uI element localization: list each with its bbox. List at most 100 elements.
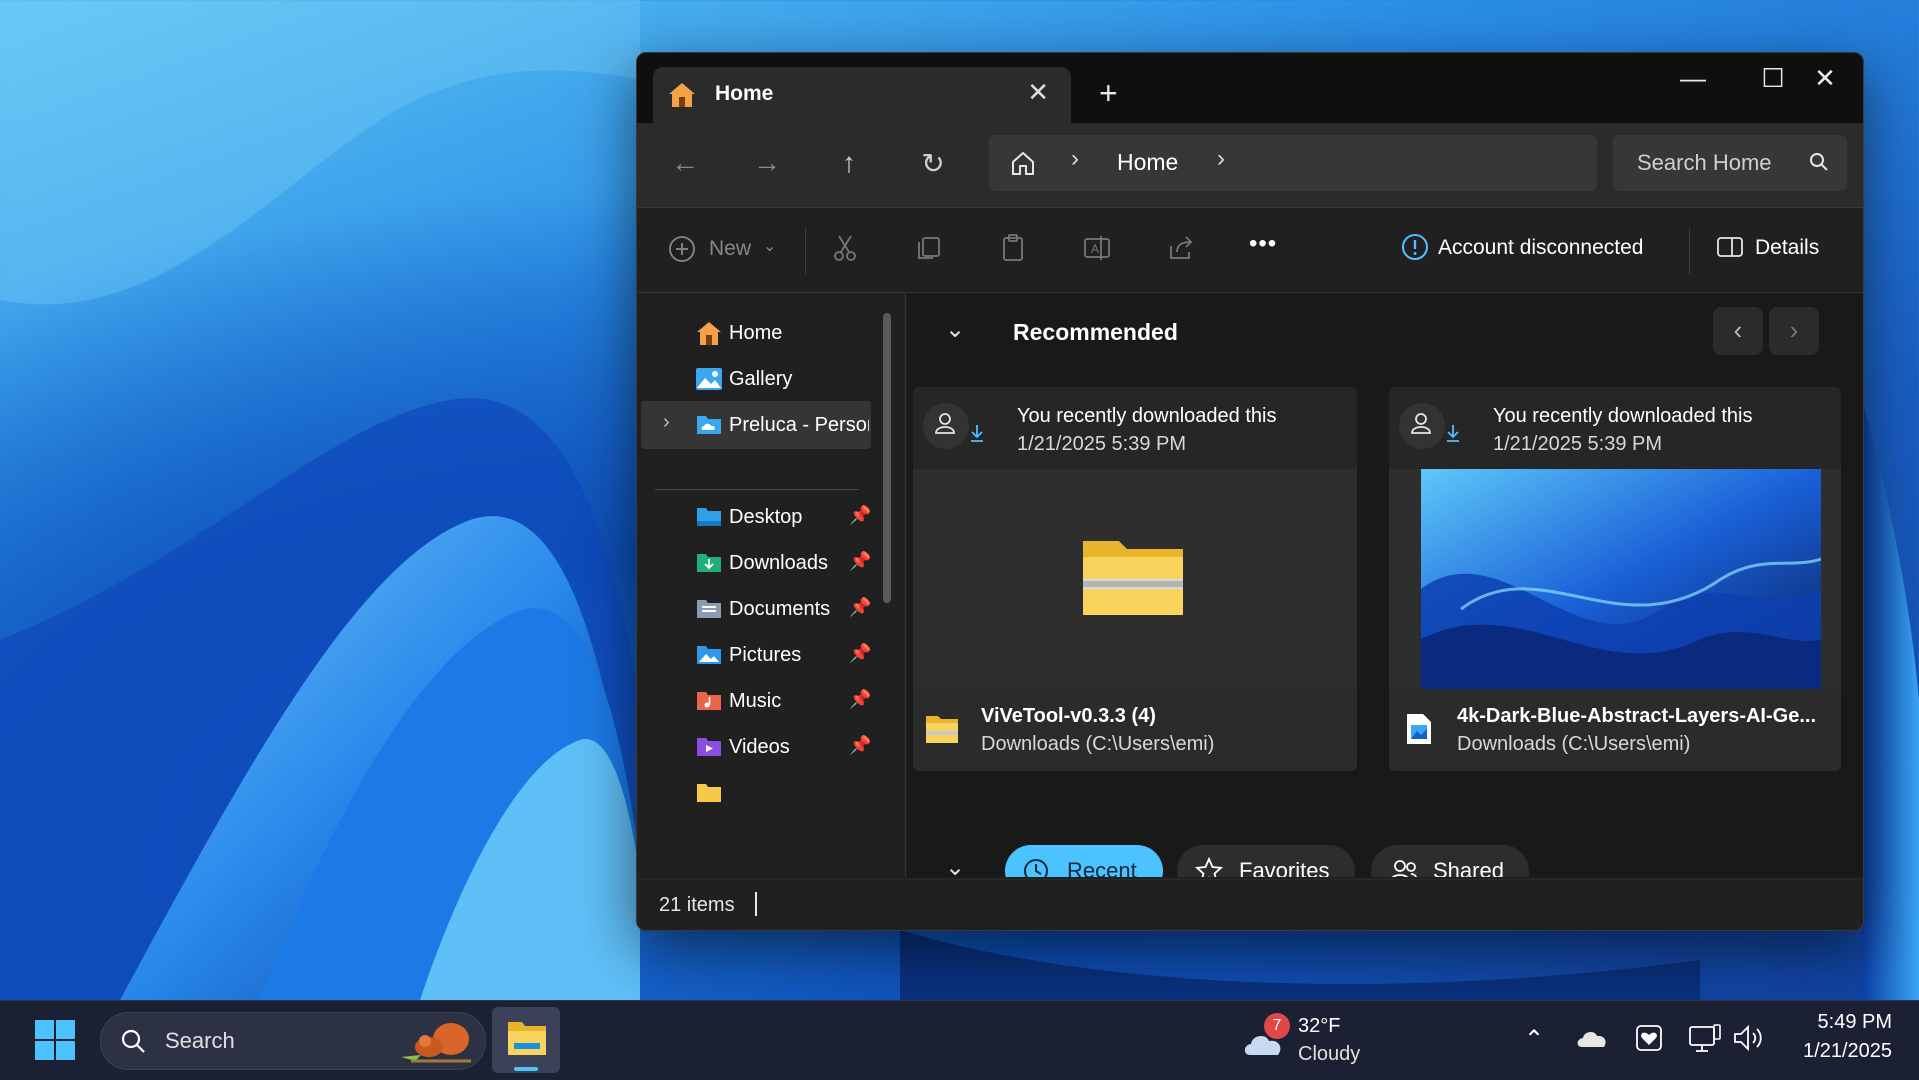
details-pane-button[interactable]: Details (1715, 232, 1819, 268)
new-button[interactable]: New ⌄ (667, 234, 776, 270)
volume-icon[interactable] (1732, 1023, 1766, 1053)
show-hidden-icons-button[interactable]: ⌃ (1524, 1025, 1544, 1054)
recommended-title: Recommended (1013, 319, 1178, 345)
documents-folder-icon (697, 600, 721, 618)
sidebar-item-partial[interactable] (637, 769, 877, 817)
sidebar-item-onedrive[interactable]: › Preluca - Personal (641, 401, 871, 449)
tab-favorites[interactable]: Favorites (1177, 845, 1355, 877)
card-preview (1389, 469, 1841, 689)
copy-icon (918, 237, 940, 259)
tab-shared[interactable]: Shared (1371, 845, 1529, 877)
zip-folder-icon (926, 716, 958, 743)
home-icon (669, 83, 695, 107)
item-count: 21 items (659, 894, 735, 916)
search-label: Search (165, 1028, 235, 1053)
pin-icon[interactable]: 📌 (849, 689, 871, 710)
scissors-icon (834, 235, 856, 261)
onedrive-icon (697, 416, 721, 434)
sidebar-item-desktop[interactable]: Desktop 📌 (637, 493, 877, 541)
recommended-card[interactable]: You recently downloaded this 1/21/2025 5… (913, 387, 1357, 771)
card-date: 1/21/2025 5:39 PM (1017, 433, 1187, 455)
downloads-folder-icon (697, 554, 721, 572)
sidebar-item-label: Music (729, 690, 782, 712)
sidebar-item-home[interactable]: Home (637, 309, 877, 357)
chevron-right-icon[interactable]: › (663, 411, 670, 434)
image-thumbnail (1421, 469, 1821, 689)
chevron-right-icon[interactable]: › (1071, 145, 1079, 173)
rename-icon: A (1084, 236, 1110, 260)
search-icon (1810, 153, 1828, 171)
breadcrumb-home[interactable]: Home (1117, 149, 1178, 176)
start-button[interactable] (34, 1019, 76, 1061)
share-icon (1170, 236, 1193, 259)
pin-icon[interactable]: 📌 (849, 551, 871, 572)
sidebar-item-pictures[interactable]: Pictures 📌 (637, 631, 877, 679)
pin-icon[interactable]: 📌 (849, 735, 871, 756)
refresh-button[interactable]: ↻ (913, 147, 953, 180)
tab-home[interactable]: Home ✕ (653, 67, 1071, 123)
close-tab-button[interactable]: ✕ (1027, 77, 1049, 108)
up-button[interactable]: ↑ (829, 147, 869, 179)
pin-icon[interactable]: 📌 (849, 505, 871, 526)
tab-recent[interactable]: Recent (1005, 845, 1163, 877)
weather-widget[interactable]: 7 32°F Cloudy (1238, 1011, 1398, 1071)
weather-temp: 32°F (1298, 1015, 1341, 1037)
chevron-right-icon[interactable]: › (1217, 145, 1225, 173)
card-file-path: Downloads (C:\Users\emi) (1457, 733, 1691, 755)
sidebar-item-label: Home (729, 322, 783, 344)
collapse-recommended-button[interactable]: ⌄ (945, 315, 965, 344)
health-heart-icon[interactable] (1634, 1023, 1664, 1053)
sidebar-item-music[interactable]: Music 📌 (637, 677, 877, 725)
pin-icon[interactable]: 📌 (849, 643, 871, 664)
new-tab-button[interactable]: + (1099, 75, 1118, 112)
rename-button[interactable]: A (1081, 232, 1117, 268)
share-button[interactable] (1165, 232, 1201, 268)
copy-button[interactable] (913, 232, 949, 268)
recommended-card[interactable]: You recently downloaded this 1/21/2025 5… (1389, 387, 1841, 771)
more-options-button[interactable]: ••• (1249, 230, 1277, 258)
divider (805, 228, 806, 274)
system-clock[interactable]: 5:49 PM 1/21/2025 (1780, 1011, 1892, 1063)
next-page-button[interactable]: › (1769, 307, 1819, 355)
collapse-files-button[interactable]: ⌄ (945, 853, 965, 877)
card-header: You recently downloaded this 1/21/2025 5… (1389, 387, 1841, 469)
sidebar-item-documents[interactable]: Documents 📌 (637, 585, 877, 633)
status-divider (755, 892, 757, 916)
search-box[interactable]: Search Home (1613, 135, 1847, 191)
videos-folder-icon (697, 738, 721, 756)
sidebar-item-label: Preluca - Personal (729, 414, 869, 436)
taskbar-search[interactable]: Search (100, 1012, 486, 1070)
sidebar-item-videos[interactable]: Videos 📌 (637, 723, 877, 771)
clock-time: 5:49 PM (1817, 1011, 1892, 1033)
sidebar-scrollbar[interactable] (883, 313, 891, 603)
cut-button[interactable] (829, 232, 865, 268)
file-explorer-taskbar-button[interactable] (492, 1007, 560, 1073)
maximize-button[interactable]: ☐ (1743, 63, 1803, 94)
back-button[interactable]: ← (665, 147, 705, 179)
search-icon (121, 1029, 145, 1053)
sidebar-item-downloads[interactable]: Downloads 📌 (637, 539, 877, 587)
card-file-name: ViVeTool-v0.3.3 (4) (981, 705, 1156, 727)
navigation-pane: Home Gallery › Preluca - Personal D (637, 293, 906, 877)
add-circle-icon (669, 236, 695, 262)
sidebar-item-gallery[interactable]: Gallery (637, 355, 877, 403)
file-explorer-window: Home ✕ + — ☐ ✕ ← → ↑ ↻ › Home › Search H… (636, 52, 1864, 931)
new-label: New (709, 237, 752, 260)
sidebar-item-label: Documents (729, 598, 831, 620)
previous-page-button[interactable]: ‹ (1713, 307, 1763, 355)
onedrive-cloud-icon[interactable] (1576, 1027, 1608, 1051)
account-status-button[interactable]: Account disconnected (1400, 232, 1643, 268)
people-icon (1391, 860, 1418, 877)
network-icon[interactable] (1688, 1023, 1722, 1053)
minimize-button[interactable]: — (1663, 63, 1723, 94)
details-label: Details (1755, 236, 1820, 259)
pin-icon[interactable]: 📌 (849, 597, 871, 618)
active-indicator (514, 1067, 538, 1071)
paste-button[interactable] (997, 232, 1033, 268)
close-window-button[interactable]: ✕ (1795, 63, 1855, 94)
user-download-icon (1399, 403, 1459, 449)
forward-button[interactable]: → (747, 147, 787, 179)
clock-icon (1024, 859, 1048, 877)
tab-label: Favorites (1239, 858, 1330, 877)
address-bar[interactable]: › Home › (989, 135, 1597, 191)
